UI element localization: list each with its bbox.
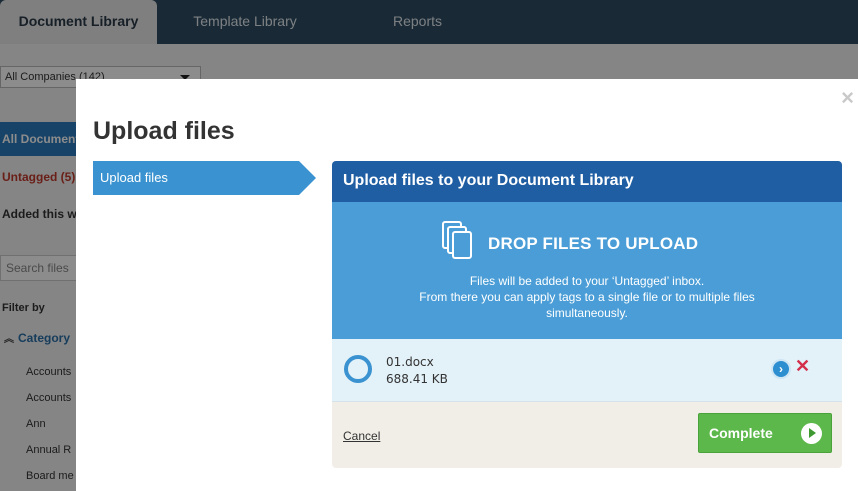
upload-panel: Upload files to your Document Library DR… [332, 161, 842, 468]
panel-title: Upload files to your Document Library [332, 161, 842, 202]
progress-ring-icon [344, 355, 372, 383]
panel-footer: Cancel Complete [332, 402, 842, 468]
file-name: 01.docx [386, 355, 434, 369]
file-size: 688.41 KB [386, 372, 448, 386]
upload-modal: × Upload files Upload files Upload files… [76, 79, 858, 491]
modal-title: Upload files [93, 117, 235, 145]
drop-info-line: From there you can apply tags to a singl… [419, 290, 755, 304]
drop-info-line: Files will be added to your ‘Untagged’ i… [469, 274, 705, 288]
close-icon[interactable]: × [841, 85, 854, 111]
drop-info-line: simultaneously. [546, 306, 628, 320]
complete-button[interactable]: Complete [698, 413, 832, 453]
drop-title: DROP FILES TO UPLOAD [488, 234, 699, 253]
close-x-icon[interactable]: ✕ [795, 356, 810, 377]
complete-label: Complete [709, 425, 773, 441]
step-upload-files: Upload files [93, 161, 316, 195]
drop-zone[interactable]: DROP FILES TO UPLOAD Files will be added… [332, 202, 842, 339]
file-row: 01.docx 688.41 KB › ✕ [332, 339, 842, 402]
arrow-right-circle-icon [801, 423, 822, 444]
cancel-link[interactable]: Cancel [343, 429, 380, 443]
documents-stack-icon [442, 221, 472, 259]
chevron-right-circle-icon[interactable]: › [771, 359, 791, 379]
